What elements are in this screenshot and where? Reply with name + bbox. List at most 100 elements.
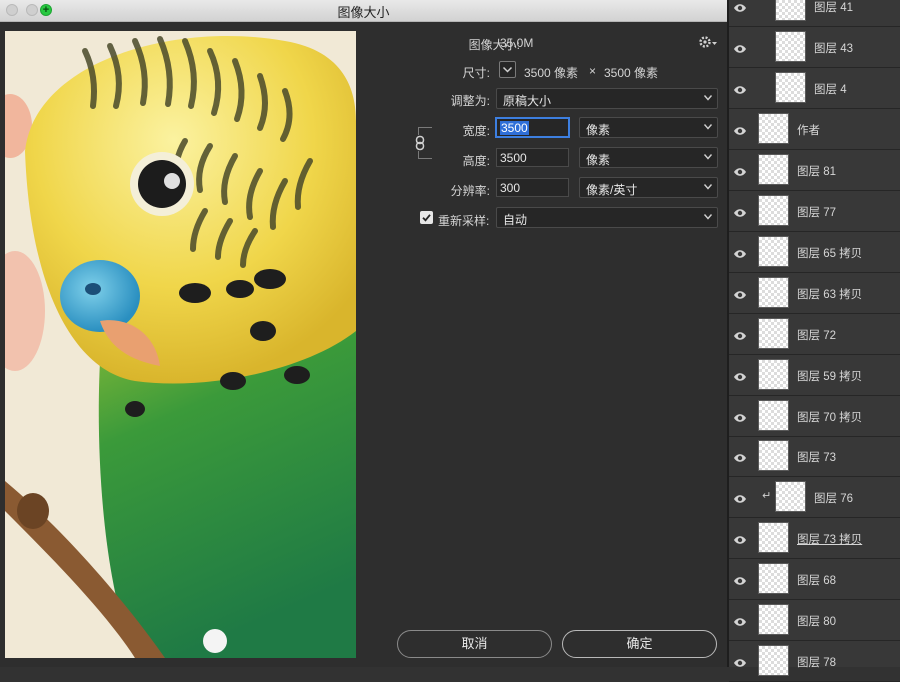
layer-name[interactable]: 图层 59 拷贝 bbox=[797, 368, 862, 384]
layer-name[interactable]: 图层 63 拷贝 bbox=[797, 286, 862, 302]
height-unit-select[interactable]: 像素 bbox=[579, 147, 718, 168]
layer-name[interactable]: 图层 65 拷贝 bbox=[797, 245, 862, 261]
layer-name[interactable]: 图层 78 bbox=[797, 654, 836, 670]
layer-row[interactable]: 图层 43 bbox=[729, 27, 900, 68]
layer-thumbnail[interactable] bbox=[758, 645, 789, 676]
layer-row[interactable]: 图层 77 bbox=[729, 191, 900, 232]
resample-select[interactable]: 自动 bbox=[496, 207, 718, 228]
visibility-eye-icon[interactable] bbox=[733, 410, 747, 422]
layer-thumbnail[interactable] bbox=[758, 604, 789, 635]
chevron-down-icon bbox=[703, 214, 713, 220]
width-input[interactable]: 3500 bbox=[496, 118, 569, 137]
layer-thumbnail[interactable] bbox=[758, 440, 789, 471]
layer-name[interactable]: 图层 43 bbox=[814, 40, 853, 56]
layer-thumbnail[interactable] bbox=[758, 277, 789, 308]
chevron-down-icon bbox=[502, 66, 513, 73]
image-preview[interactable] bbox=[5, 31, 356, 658]
layer-thumbnail[interactable] bbox=[758, 113, 789, 144]
visibility-eye-icon[interactable] bbox=[733, 82, 747, 94]
layer-thumbnail[interactable] bbox=[775, 31, 806, 62]
width-value: 3500 bbox=[500, 121, 529, 135]
chevron-down-icon bbox=[703, 124, 713, 130]
resample-checkbox[interactable] bbox=[420, 211, 433, 224]
layer-row[interactable]: 图层 59 拷贝 bbox=[729, 355, 900, 396]
layer-thumbnail[interactable] bbox=[775, 481, 806, 512]
layer-thumbnail[interactable] bbox=[758, 522, 789, 553]
dimensions-label: 尺寸: bbox=[462, 66, 490, 80]
chevron-down-icon bbox=[703, 154, 713, 160]
layer-row[interactable]: ↵ 图层 76 bbox=[729, 477, 900, 518]
layer-row[interactable]: 图层 68 bbox=[729, 559, 900, 600]
visibility-eye-icon[interactable] bbox=[733, 614, 747, 626]
visibility-eye-icon[interactable] bbox=[733, 573, 747, 585]
visibility-eye-icon[interactable] bbox=[733, 532, 747, 544]
layer-row[interactable]: 图层 73 拷贝 bbox=[729, 518, 900, 559]
layer-thumbnail[interactable] bbox=[758, 154, 789, 185]
fit-to-label: 调整为: bbox=[450, 94, 490, 108]
visibility-eye-icon[interactable] bbox=[733, 369, 747, 381]
layer-thumbnail[interactable] bbox=[758, 400, 789, 431]
layer-row[interactable]: 图层 78 bbox=[729, 641, 900, 682]
resample-value: 自动 bbox=[503, 213, 528, 227]
visibility-eye-icon[interactable] bbox=[733, 164, 747, 176]
cancel-button[interactable]: 取消 bbox=[397, 630, 552, 658]
layer-name[interactable]: 图层 68 bbox=[797, 572, 836, 588]
height-label: 高度: bbox=[462, 154, 490, 168]
layers-panel: 图层 41 图层 43 图层 4 作者图层 81 图层 77 图层 65 拷贝 图层 63 … bbox=[727, 0, 900, 682]
title-bar: + 图像大小 bbox=[0, 0, 727, 22]
layer-row[interactable]: 图层 4 bbox=[729, 68, 900, 109]
layer-thumbnail[interactable] bbox=[758, 563, 789, 594]
resolution-unit-select[interactable]: 像素/英寸 bbox=[579, 177, 718, 198]
layer-thumbnail[interactable] bbox=[758, 359, 789, 390]
layer-name[interactable]: 图层 73 拷贝 bbox=[797, 531, 862, 547]
layer-thumbnail[interactable] bbox=[758, 318, 789, 349]
width-label: 宽度: bbox=[462, 124, 490, 138]
visibility-eye-icon[interactable] bbox=[733, 0, 747, 12]
layer-row[interactable]: 图层 65 拷贝 bbox=[729, 232, 900, 273]
layer-name[interactable]: 图层 76 bbox=[814, 490, 853, 506]
dimensions-times: × bbox=[589, 64, 597, 78]
layer-thumbnail[interactable] bbox=[758, 236, 789, 267]
layer-name[interactable]: 图层 41 bbox=[814, 0, 853, 15]
visibility-eye-icon[interactable] bbox=[733, 205, 747, 217]
layer-name[interactable]: 图层 80 bbox=[797, 613, 836, 629]
visibility-eye-icon[interactable] bbox=[733, 287, 747, 299]
visibility-eye-icon[interactable] bbox=[733, 328, 747, 340]
layer-row[interactable]: 图层 80 bbox=[729, 600, 900, 641]
layer-row[interactable]: 作者 bbox=[729, 109, 900, 150]
visibility-eye-icon[interactable] bbox=[733, 450, 747, 462]
ok-button[interactable]: 确定 bbox=[562, 630, 717, 658]
layer-name[interactable]: 图层 81 bbox=[797, 163, 836, 179]
visibility-eye-icon[interactable] bbox=[733, 655, 747, 667]
settings-gear-icon[interactable] bbox=[698, 34, 718, 50]
height-input[interactable]: 3500 bbox=[496, 148, 569, 167]
layer-thumbnail[interactable] bbox=[775, 72, 806, 103]
visibility-eye-icon[interactable] bbox=[733, 41, 747, 53]
dimensions-width-value: 3500 像素 bbox=[524, 66, 579, 80]
layer-row[interactable]: 图层 73 bbox=[729, 436, 900, 477]
layer-name[interactable]: 作者 bbox=[797, 122, 820, 138]
dimensions-height-value: 3500 像素 bbox=[604, 66, 659, 80]
layer-name[interactable]: 图层 70 拷贝 bbox=[797, 409, 862, 425]
layer-name[interactable]: 图层 73 bbox=[797, 449, 836, 465]
fit-to-select[interactable]: 原稿大小 bbox=[496, 88, 718, 109]
layer-row[interactable]: 图层 41 bbox=[729, 0, 900, 27]
checkmark-icon bbox=[422, 214, 431, 222]
layer-thumbnail[interactable] bbox=[758, 195, 789, 226]
layer-name[interactable]: 图层 77 bbox=[797, 204, 836, 220]
layer-row[interactable]: 图层 70 拷贝 bbox=[729, 396, 900, 437]
layer-thumbnail[interactable] bbox=[775, 0, 806, 21]
visibility-eye-icon[interactable] bbox=[733, 246, 747, 258]
layer-name[interactable]: 图层 4 bbox=[814, 81, 847, 97]
layer-row[interactable]: 图层 81 bbox=[729, 150, 900, 191]
layer-row[interactable]: 图层 72 bbox=[729, 314, 900, 355]
width-unit-select[interactable]: 像素 bbox=[579, 117, 718, 138]
dimensions-unit-dropdown[interactable] bbox=[499, 61, 516, 78]
layer-row[interactable]: 图层 63 拷贝 bbox=[729, 273, 900, 314]
resolution-input[interactable]: 300 bbox=[496, 178, 569, 197]
visibility-eye-icon[interactable] bbox=[733, 123, 747, 135]
layer-name[interactable]: 图层 72 bbox=[797, 327, 836, 343]
visibility-eye-icon[interactable] bbox=[733, 491, 747, 503]
dialog-title: 图像大小 bbox=[337, 5, 390, 20]
fit-to-value: 原稿大小 bbox=[503, 94, 552, 108]
